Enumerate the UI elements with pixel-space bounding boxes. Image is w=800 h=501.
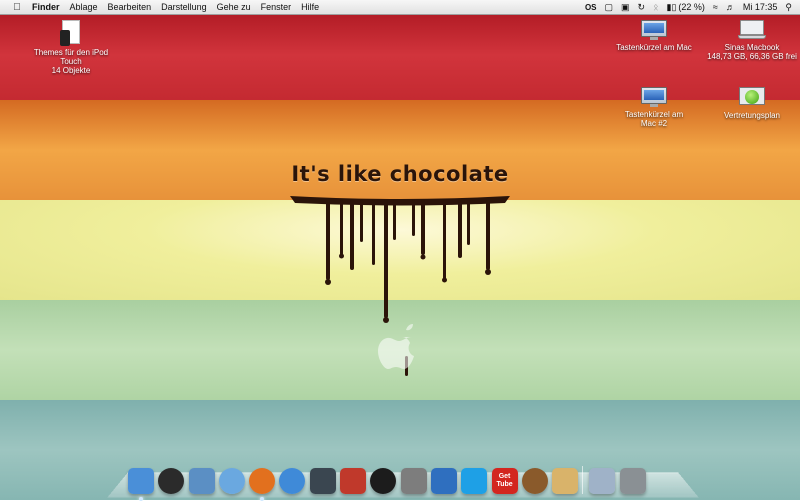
desktop-icon-label: Themes für den iPod Touch: [33, 48, 109, 66]
wallpaper-app-icon[interactable]: [340, 468, 367, 494]
desktop-icon-label: Sinas Macbook: [724, 43, 780, 52]
itunes-icon[interactable]: [218, 468, 245, 494]
desktop-icon-vertretungsplan[interactable]: Vertretungsplan: [706, 87, 798, 120]
desktop-icon-sinas-macbook[interactable]: Sinas Macbook 148,73 GB, 66,36 GB frei: [706, 20, 798, 61]
package-icon[interactable]: [552, 468, 579, 494]
battery-icon[interactable]: ▮▯: [667, 2, 677, 13]
imac-icon: [641, 20, 667, 40]
desktop-icon-sublabel: 148,73 GB, 66,36 GB frei: [707, 52, 797, 61]
apple-menu-icon[interactable]: : [10, 2, 24, 13]
clock[interactable]: Mi 17:35: [743, 2, 778, 12]
coconut-icon[interactable]: [521, 468, 548, 494]
desktop-icon-tastenkuerzel[interactable]: Tastenkürzel am Mac: [606, 20, 702, 52]
dock-separator: [582, 466, 584, 494]
running-indicator: [260, 497, 265, 501]
bluetooth-icon[interactable]: ᛟ: [653, 2, 658, 12]
dock-item-label: Get Tube: [496, 473, 513, 488]
menu-extras: OS ▢ ▣ ↻ ᛟ ▮▯ (22 %) ≈ ♬ Mi 17:35 ⚲: [577, 0, 792, 14]
iphoto-icon[interactable]: [309, 468, 336, 494]
menu-finder[interactable]: Finder: [32, 2, 60, 12]
desktop-icon-label: Tastenkürzel am Mac: [616, 43, 692, 52]
youtube-icon[interactable]: Get Tube: [491, 468, 518, 494]
time-machine-icon[interactable]: ↻: [638, 2, 646, 13]
battery-percent[interactable]: (22 %): [678, 2, 705, 12]
word-icon[interactable]: [430, 468, 457, 494]
firefox-icon[interactable]: [249, 468, 276, 501]
menu-hilfe[interactable]: Hilfe: [301, 2, 319, 12]
mail-icon[interactable]: [188, 468, 215, 494]
menu-darstellung[interactable]: Darstellung: [161, 2, 207, 12]
trash-icon[interactable]: [619, 468, 646, 494]
chat-bubble-icon[interactable]: [370, 468, 397, 494]
desktop-icon-sublabel: 14 Objekte: [51, 66, 91, 75]
safari-icon[interactable]: [279, 468, 306, 494]
menu-fenster[interactable]: Fenster: [261, 2, 292, 12]
vertretungsplan-app-icon: [739, 87, 765, 109]
chocolate-drips: [290, 196, 510, 376]
window-icon[interactable]: [589, 468, 616, 494]
desktop-icon-label: Vertretungsplan: [723, 111, 781, 120]
airplay-icon[interactable]: ▣: [621, 2, 630, 13]
gear-icon[interactable]: [400, 468, 427, 494]
spotlight-search-icon[interactable]: ⚲: [785, 2, 792, 13]
menu-bar:  Finder Ablage Bearbeiten Darstellung G…: [0, 0, 800, 15]
skype-icon[interactable]: [461, 468, 488, 494]
wifi-icon[interactable]: ≈: [713, 2, 718, 12]
menu-ablage[interactable]: Ablage: [70, 2, 98, 12]
os-status-icon[interactable]: OS: [585, 3, 597, 12]
menu-bearbeiten[interactable]: Bearbeiten: [108, 2, 152, 12]
desktop-icon-tastenkuerzel-2[interactable]: Tastenkürzel am Mac #2: [606, 87, 702, 128]
desktop-icon-themes-ipod[interactable]: Themes für den iPod Touch 14 Objekte: [26, 20, 116, 75]
finder-icon[interactable]: [128, 468, 154, 501]
volume-icon[interactable]: ♬: [726, 2, 735, 12]
menu-gehe-zu[interactable]: Gehe zu: [217, 2, 251, 12]
imac-icon: [641, 87, 667, 107]
dock: Get Tube: [128, 458, 650, 501]
drive-icon[interactable]: ▢: [605, 2, 614, 13]
macbook-drive-icon: [738, 20, 766, 40]
desktop-icon-label: Tastenkürzel am Mac #2: [624, 110, 684, 128]
folder-ipod-icon: [60, 20, 82, 46]
apple-logo-icon: [378, 324, 414, 369]
dashboard-icon[interactable]: [158, 468, 185, 494]
running-indicator: [139, 497, 143, 501]
desktop-wallpaper: It's like chocolate: [0, 0, 800, 500]
